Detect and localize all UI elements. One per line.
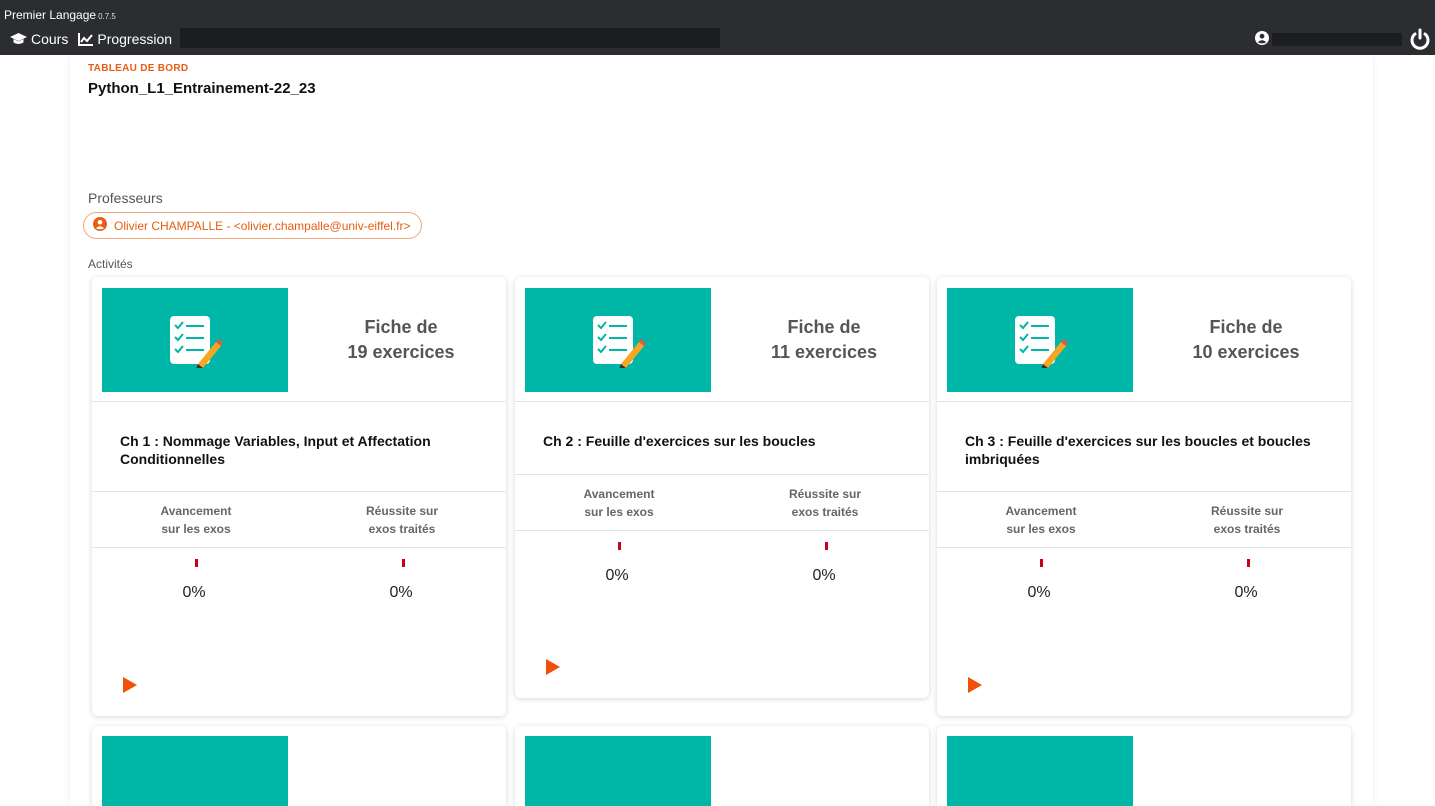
avancement-label-1: Avancement bbox=[1005, 504, 1077, 518]
sheet-label-count: 19 exercices bbox=[347, 342, 455, 362]
avancement-header: Avancement sur les exos bbox=[971, 502, 1111, 538]
activity-card[interactable]: Fiche de 10 exercices Ch 3 : Feuille d'e… bbox=[937, 277, 1351, 716]
reussite-label-1: Réussite sur bbox=[788, 487, 862, 501]
reussite-header: Réussite sur exos traités bbox=[332, 502, 472, 538]
card-header: Fiche de 10 exercices bbox=[937, 277, 1351, 402]
avancement-label-2: sur les exos bbox=[161, 522, 231, 536]
avancement-value: 0% bbox=[1027, 584, 1051, 601]
sheet-label-count: 11 exercices bbox=[770, 342, 878, 362]
reussite-value: 0% bbox=[1234, 584, 1258, 601]
professor-chip[interactable]: Olivier CHAMPALLE - <olivier.champalle@u… bbox=[83, 212, 422, 239]
card-thumbnail bbox=[525, 736, 711, 806]
line-chart-icon bbox=[78, 32, 94, 46]
reussite-indicator bbox=[825, 542, 828, 550]
professor-name: Olivier CHAMPALLE - <olivier.champalle@u… bbox=[114, 218, 411, 233]
user-circle-icon bbox=[93, 217, 107, 234]
reussite-header: Réussite sur exos traités bbox=[755, 485, 895, 521]
sheet-label: Fiche de 11 exercices bbox=[743, 315, 905, 365]
checklist-icon bbox=[1015, 316, 1068, 368]
avancement-indicator bbox=[195, 559, 198, 567]
app-name: Premier Langage bbox=[4, 8, 97, 22]
card-thumbnail bbox=[102, 736, 288, 806]
card-title: Ch 1 : Nommage Variables, Input et Affec… bbox=[120, 433, 431, 467]
page-title: Python_L1_Entrainement-22_23 bbox=[88, 80, 316, 97]
reussite-label-1: Réussite sur bbox=[1210, 504, 1284, 518]
play-icon[interactable] bbox=[546, 659, 560, 675]
stats-header: Avancement sur les exos Réussite sur exos … bbox=[937, 491, 1351, 548]
nav-cours[interactable]: Cours bbox=[10, 31, 68, 47]
avancement-indicator bbox=[1040, 559, 1043, 567]
card-title: Ch 3 : Feuille d'exercices sur les boucl… bbox=[965, 433, 1311, 467]
nav-spacer bbox=[180, 28, 720, 48]
sheet-label-line1: Fiche de bbox=[364, 317, 438, 337]
activity-card-partial[interactable] bbox=[937, 726, 1351, 806]
sheet-label: Fiche de 19 exercices bbox=[320, 315, 482, 365]
avancement-value: 0% bbox=[182, 584, 206, 601]
user-icon[interactable] bbox=[1255, 31, 1269, 50]
reussite-label-1: Réussite sur bbox=[365, 504, 439, 518]
avancement-label-1: Avancement bbox=[583, 487, 655, 501]
card-thumbnail bbox=[525, 288, 711, 392]
sheet-label-line1: Fiche de bbox=[787, 317, 861, 337]
reussite-value: 0% bbox=[812, 567, 836, 584]
avancement-header: Avancement sur les exos bbox=[126, 502, 266, 538]
card-thumbnail bbox=[947, 736, 1133, 806]
activity-card-partial[interactable] bbox=[515, 726, 929, 806]
breadcrumb: TABLEAU DE BORD bbox=[88, 63, 189, 74]
card-header: Fiche de 19 exercices bbox=[92, 277, 506, 402]
main-nav: Cours Progression bbox=[10, 31, 172, 47]
activity-card[interactable]: Fiche de 19 exercices Ch 1 : Nommage Var… bbox=[92, 277, 506, 716]
graduation-cap-icon bbox=[10, 33, 27, 45]
sheet-label: Fiche de 10 exercices bbox=[1165, 315, 1327, 365]
reussite-indicator bbox=[1247, 559, 1250, 567]
activity-card[interactable]: Fiche de 11 exercices Ch 2 : Feuille d'e… bbox=[515, 277, 929, 698]
card-title: Ch 2 : Feuille d'exercices sur les boucl… bbox=[543, 433, 816, 449]
play-icon[interactable] bbox=[968, 677, 982, 693]
reussite-label-2: exos traités bbox=[791, 505, 859, 519]
sheet-label-count: 10 exercices bbox=[1192, 342, 1300, 362]
reussite-header: Réussite sur exos traités bbox=[1177, 502, 1317, 538]
professors-label: Professeurs bbox=[88, 190, 163, 206]
app-version: 0.7.5 bbox=[98, 12, 116, 21]
stats-header: Avancement sur les exos Réussite sur exos … bbox=[515, 474, 929, 531]
user-name-area bbox=[1272, 33, 1402, 46]
checklist-icon bbox=[170, 316, 223, 368]
stats-header: Avancement sur les exos Réussite sur exos … bbox=[92, 491, 506, 548]
card-thumbnail bbox=[947, 288, 1133, 392]
top-bar: Premier Langage 0.7.5 Cours Progression bbox=[0, 0, 1435, 55]
nav-progression-label: Progression bbox=[97, 31, 173, 47]
avancement-label-2: sur les exos bbox=[584, 505, 654, 519]
activity-card-partial[interactable] bbox=[92, 726, 506, 806]
card-header: Fiche de 11 exercices bbox=[515, 277, 929, 402]
app-title: Premier Langage 0.7.5 bbox=[4, 8, 116, 22]
activities-label: Activités bbox=[88, 257, 133, 271]
avancement-label-2: sur les exos bbox=[1006, 522, 1076, 536]
reussite-label-2: exos traités bbox=[368, 522, 436, 536]
avancement-value: 0% bbox=[605, 567, 629, 584]
nav-progression[interactable]: Progression bbox=[78, 31, 172, 47]
reussite-value: 0% bbox=[389, 584, 413, 601]
power-icon[interactable] bbox=[1410, 28, 1430, 55]
nav-cours-label: Cours bbox=[31, 31, 69, 47]
checklist-icon bbox=[593, 316, 646, 368]
avancement-header: Avancement sur les exos bbox=[549, 485, 689, 521]
reussite-indicator bbox=[402, 559, 405, 567]
play-icon[interactable] bbox=[123, 677, 137, 693]
reussite-label-2: exos traités bbox=[1213, 522, 1281, 536]
avancement-indicator bbox=[618, 542, 621, 550]
sheet-label-line1: Fiche de bbox=[1209, 317, 1283, 337]
card-thumbnail bbox=[102, 288, 288, 392]
avancement-label-1: Avancement bbox=[160, 504, 232, 518]
